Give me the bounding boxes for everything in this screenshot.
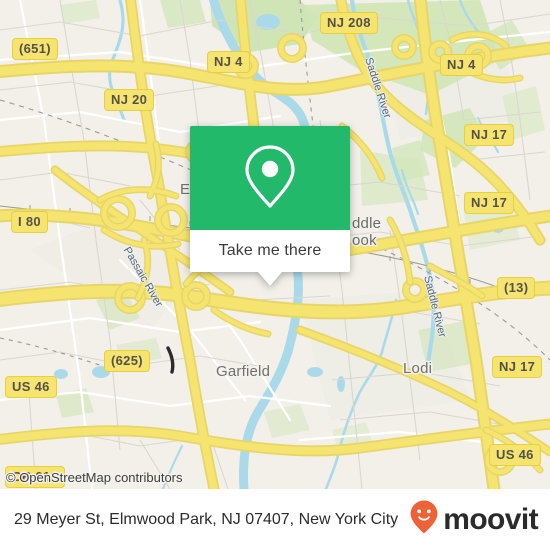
moovit-logo[interactable]: moovit	[409, 499, 550, 540]
footer-bar: 29 Meyer St, Elmwood Park, NJ 07407, New…	[0, 489, 550, 550]
osm-attribution[interactable]: © OpenStreetMap contributors	[6, 470, 183, 485]
moovit-pin-icon	[409, 499, 439, 540]
popup-tail-pointer	[258, 272, 282, 286]
popup-body[interactable]: Take me there	[190, 230, 350, 286]
take-me-there-label: Take me there	[218, 242, 322, 259]
popup-header	[190, 126, 350, 230]
destination-popup[interactable]: Take me there	[190, 126, 350, 286]
moovit-map-screen: .rd { fill:none; stroke:#f5e470; stroke-…	[0, 0, 550, 550]
address-text: 29 Meyer St, Elmwood Park, NJ 07407, New…	[14, 511, 399, 528]
location-pin-icon	[242, 142, 298, 215]
map-canvas[interactable]: .rd { fill:none; stroke:#f5e470; stroke-…	[0, 0, 550, 489]
moovit-wordmark: moovit	[443, 502, 538, 536]
